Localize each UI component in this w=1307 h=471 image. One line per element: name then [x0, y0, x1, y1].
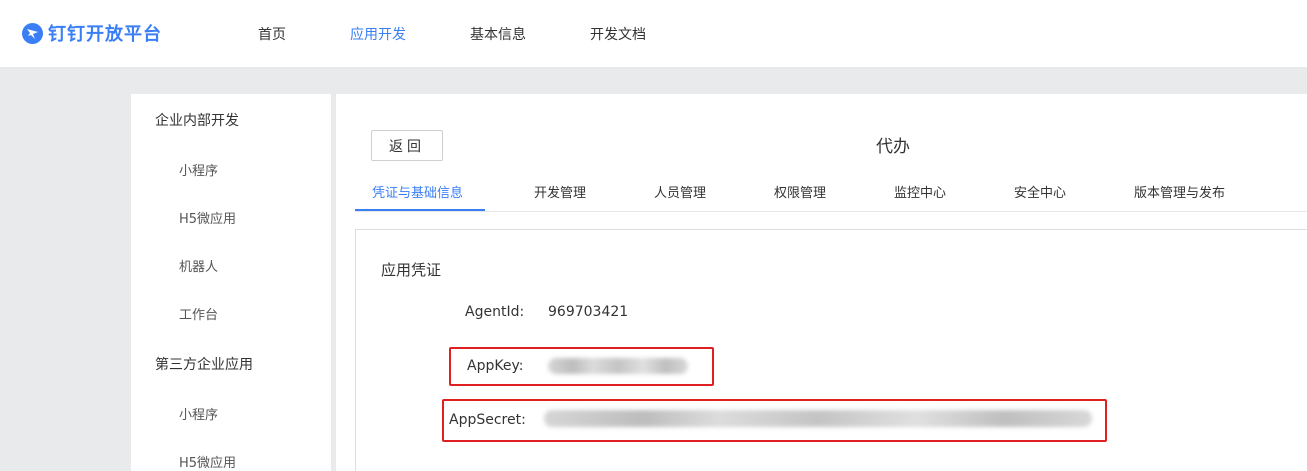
- tab-monitoring[interactable]: 监控中心: [894, 182, 946, 201]
- agent-id-label: AgentId:: [465, 304, 525, 320]
- sidebar-item-robot[interactable]: 机器人: [179, 256, 218, 275]
- credentials-card: 应用凭证 AgentId: 969703421 AppKey: AppSecre…: [355, 229, 1307, 471]
- tab-security[interactable]: 安全中心: [1014, 182, 1066, 201]
- agent-id-value: 969703421: [548, 304, 629, 320]
- brand-name: 钉钉开放平台: [48, 24, 162, 45]
- sidebar-item-third-party-h5-app[interactable]: H5微应用: [179, 452, 236, 471]
- main-panel: 返回 代办 凭证与基础信息 开发管理 人员管理 权限管理 监控中心 安全中心 版…: [336, 94, 1307, 471]
- nav-dev-docs[interactable]: 开发文档: [590, 24, 646, 44]
- nav-basic-info[interactable]: 基本信息: [470, 24, 526, 44]
- sidebar-group-internal[interactable]: 企业内部开发: [155, 110, 239, 130]
- dingtalk-logo-icon: [22, 22, 43, 44]
- tab-bar: 凭证与基础信息 开发管理 人员管理 权限管理 监控中心 安全中心 版本管理与发布: [355, 172, 1307, 212]
- sidebar-item-h5-app[interactable]: H5微应用: [179, 208, 236, 227]
- credentials-title: 应用凭证: [381, 261, 442, 279]
- sidebar-item-third-party-mini-program[interactable]: 小程序: [179, 404, 218, 423]
- sidebar-group-third-party[interactable]: 第三方企业应用: [155, 354, 253, 374]
- app-key-redacted-value: [548, 358, 688, 374]
- back-button[interactable]: 返回: [371, 130, 443, 161]
- nav-app-development[interactable]: 应用开发: [350, 24, 406, 44]
- brand-logo[interactable]: 钉钉开放平台: [22, 21, 162, 45]
- app-secret-label: AppSecret:: [449, 412, 526, 428]
- app-secret-redacted-value: [544, 410, 1092, 427]
- tab-dev-management[interactable]: 开发管理: [534, 182, 586, 201]
- tab-credentials[interactable]: 凭证与基础信息: [372, 182, 463, 201]
- tab-personnel[interactable]: 人员管理: [654, 182, 706, 201]
- sidebar-item-workbench[interactable]: 工作台: [179, 304, 218, 323]
- tab-version-release[interactable]: 版本管理与发布: [1134, 182, 1225, 201]
- sidebar-item-mini-program[interactable]: 小程序: [179, 160, 218, 179]
- tab-permissions[interactable]: 权限管理: [774, 182, 826, 201]
- sidebar: 企业内部开发 小程序 H5微应用 机器人 工作台 第三方企业应用 小程序 H5微…: [131, 94, 331, 471]
- top-navigation-bar: 钉钉开放平台 首页 应用开发 基本信息 开发文档: [0, 0, 1307, 67]
- app-key-label: AppKey:: [467, 358, 524, 374]
- active-tab-indicator: [355, 209, 485, 211]
- nav-home[interactable]: 首页: [258, 24, 286, 44]
- app-title: 代办: [876, 137, 910, 157]
